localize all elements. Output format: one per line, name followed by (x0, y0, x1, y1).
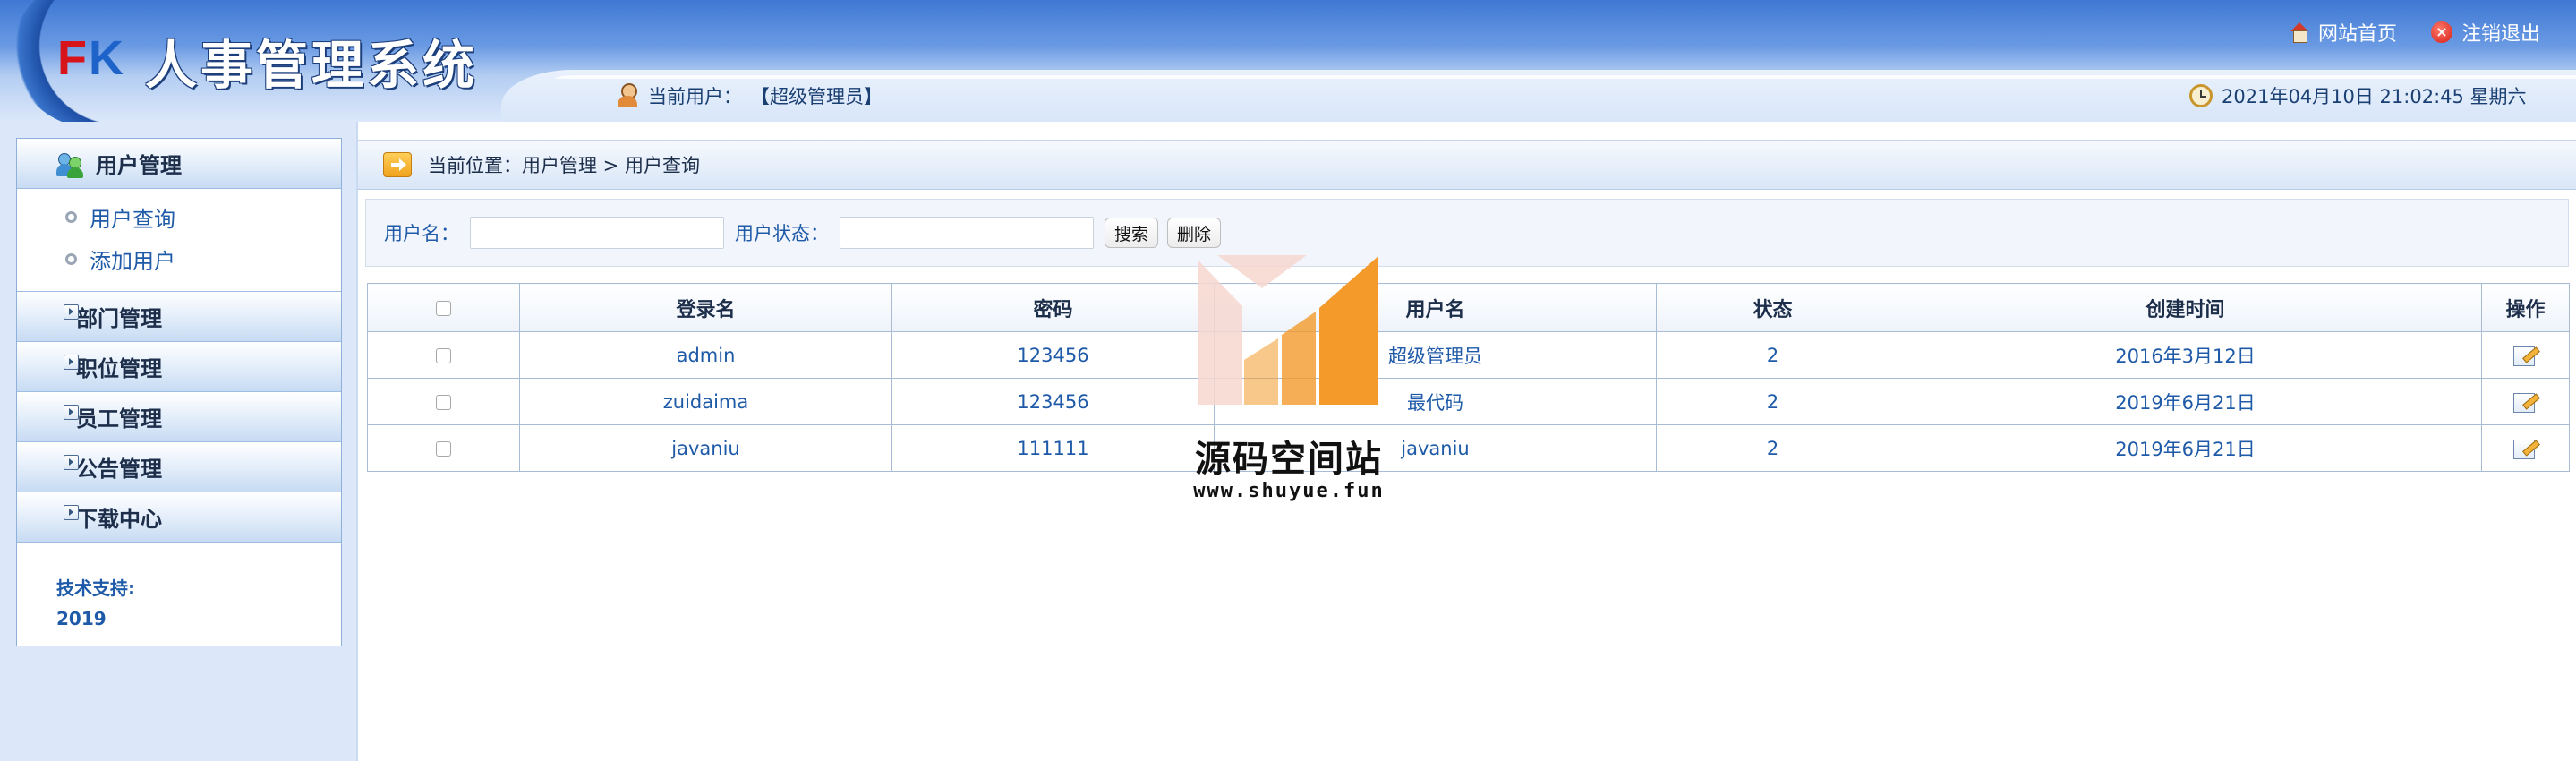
arrow-right-icon (383, 152, 412, 177)
sidebar-item-user-query[interactable]: 用户查询 (17, 196, 341, 238)
column-header-password: 密码 (891, 283, 1215, 332)
bullet-icon (65, 253, 77, 265)
sidebar-section-user-management[interactable]: 用户管理 (17, 139, 341, 189)
watermark-url: www.shuyue.fun (1193, 480, 1385, 502)
edit-icon[interactable] (2512, 438, 2538, 459)
row-select-cell (367, 378, 520, 425)
user-status-input[interactable] (840, 217, 1094, 249)
row-checkbox[interactable] (436, 348, 451, 363)
tech-support-value: 2019 (56, 608, 107, 629)
cell-created: 2016年3月12日 (1889, 331, 2482, 379)
cell-password: 123456 (891, 331, 1215, 379)
logout-link[interactable]: × 注销退出 (2431, 18, 2540, 47)
home-link-label: 网站首页 (2318, 23, 2398, 46)
home-link[interactable]: 网站首页 (2290, 18, 2397, 47)
table-header-row: 登录名 密码 用户名 状态 创建时间 操作 (367, 283, 2570, 332)
sidebar-item-label: 用户查询 (90, 207, 175, 232)
cell-created: 2019年6月21日 (1889, 424, 2482, 472)
username-label: 用户名： (384, 223, 459, 244)
user-icon (616, 83, 639, 108)
column-header-status: 状态 (1656, 283, 1889, 332)
cell-action (2481, 331, 2570, 379)
cell-username: 最代码 (1214, 378, 1657, 425)
sidebar-item-add-user[interactable]: 添加用户 (17, 238, 341, 280)
username-input[interactable] (470, 217, 724, 249)
sidebar-section-department-management[interactable]: 部门管理 (17, 292, 341, 342)
logo-letter-k: K (89, 31, 125, 85)
logo-letter-f: F (57, 31, 89, 85)
delete-button[interactable]: 删除 (1167, 218, 1222, 248)
logo: FK (57, 30, 125, 86)
column-header-login: 登录名 (519, 283, 892, 332)
expand-arrow-icon (64, 405, 79, 420)
edit-icon[interactable] (2512, 345, 2538, 366)
expand-arrow-icon (64, 304, 79, 320)
column-header-username: 用户名 (1214, 283, 1657, 332)
expand-arrow-icon (64, 455, 79, 470)
edit-icon[interactable] (2512, 391, 2538, 413)
cell-login: admin (519, 331, 892, 379)
header-banner: FK 人事管理系统 网站首页 × 注销退出 当前用户： 【超级管理员】 2021… (0, 0, 2576, 122)
sidebar-section-download-center[interactable]: 下载中心 (17, 492, 341, 543)
search-button[interactable]: 搜索 (1105, 218, 1159, 248)
current-user-name: 【超级管理员】 (751, 86, 883, 107)
sidebar-section-label: 员工管理 (76, 406, 162, 432)
expand-arrow-icon (64, 505, 79, 520)
logout-link-label: 注销退出 (2461, 23, 2541, 46)
clock-icon (2189, 84, 2213, 107)
breadcrumb: 当前位置：用户管理 > 用户查询 (358, 140, 2576, 190)
current-user-label: 当前用户： (648, 86, 742, 107)
sidebar-section-label: 下载中心 (76, 507, 162, 532)
watermark-title: 源码空间站 (1195, 439, 1383, 480)
row-checkbox[interactable] (436, 441, 451, 457)
cell-action (2481, 424, 2570, 472)
tech-support: 技术支持: 2019 (56, 573, 135, 634)
cell-status: 2 (1656, 424, 1889, 472)
column-header-created: 创建时间 (1889, 283, 2482, 332)
app-title: 人事管理系统 (145, 35, 479, 96)
row-select-cell (367, 424, 520, 472)
cell-created: 2019年6月21日 (1889, 378, 2482, 425)
select-all-checkbox[interactable] (436, 300, 451, 316)
cell-login: javaniu (519, 424, 892, 472)
current-user-info: 当前用户： 【超级管理员】 (616, 82, 883, 109)
cell-login: zuidaima (519, 378, 892, 425)
row-select-cell (367, 331, 520, 379)
user-status-label: 用户状态： (735, 223, 829, 244)
cell-password: 123456 (891, 378, 1215, 425)
user-management-submenu: 用户查询 添加用户 (17, 189, 341, 292)
sidebar-section-label: 职位管理 (76, 356, 162, 381)
sidebar-section-notice-management[interactable]: 公告管理 (17, 442, 341, 492)
row-checkbox[interactable] (436, 395, 451, 410)
cell-password: 111111 (891, 424, 1215, 472)
tech-support-label: 技术支持: (56, 577, 135, 599)
column-header-action: 操作 (2481, 283, 2570, 332)
header-wave-highlight (555, 75, 2576, 79)
datetime-text: 2021年04月10日 21:02:45 星期六 (2222, 86, 2527, 107)
search-form: 用户名： 用户状态： 搜索 删除 (365, 199, 2569, 267)
logout-icon: × (2431, 21, 2452, 43)
table-row: javaniu 111111 javaniu 2 2019年6月21日 (367, 424, 2570, 472)
sidebar-section-label: 公告管理 (76, 457, 162, 482)
cell-status: 2 (1656, 331, 1889, 379)
expand-arrow-icon (64, 355, 79, 370)
sidebar-section-label: 用户管理 (96, 153, 182, 178)
table-row: zuidaima 123456 最代码 2 2019年6月21日 (367, 378, 2570, 425)
datetime-display: 2021年04月10日 21:02:45 星期六 (2189, 82, 2527, 109)
users-icon (56, 151, 85, 178)
user-table: 登录名 密码 用户名 状态 创建时间 操作 admin 123456 超级管理员… (367, 283, 2570, 472)
table-row: admin 123456 超级管理员 2 2016年3月12日 (367, 331, 2570, 379)
select-all-header (367, 283, 520, 332)
sidebar-section-label: 部门管理 (76, 306, 162, 331)
home-icon (2290, 22, 2309, 43)
cell-username: 超级管理员 (1214, 331, 1657, 379)
breadcrumb-text: 当前位置：用户管理 > 用户查询 (428, 155, 700, 176)
sidebar-menu: 用户管理 用户查询 添加用户 部门管理 职位管理 员工管理 公告管理 下载中心 … (16, 138, 342, 646)
cell-status: 2 (1656, 378, 1889, 425)
cell-action (2481, 378, 2570, 425)
sidebar-section-employee-management[interactable]: 员工管理 (17, 392, 341, 442)
sidebar-item-label: 添加用户 (90, 249, 175, 274)
sidebar-section-position-management[interactable]: 职位管理 (17, 342, 341, 392)
bullet-icon (65, 211, 77, 223)
